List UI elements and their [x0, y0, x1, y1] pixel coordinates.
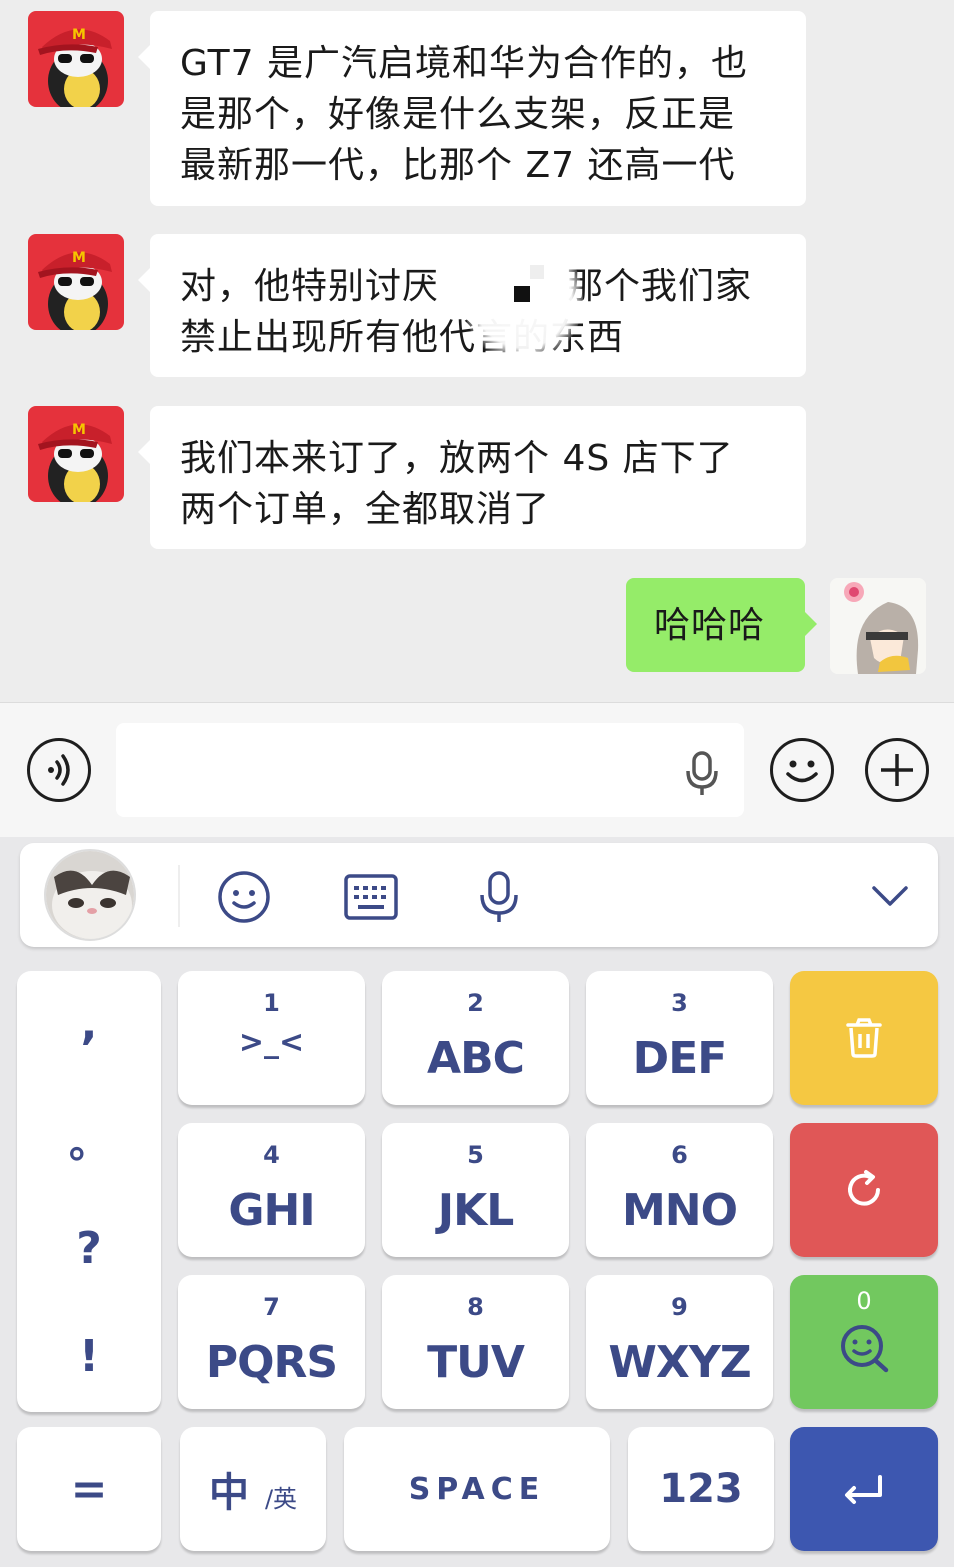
keyboard-skin-avatar[interactable]: [44, 849, 136, 941]
key-number: 3: [671, 989, 688, 1017]
chat-input-bar: [0, 702, 954, 837]
penguin-avatar-icon: M: [28, 11, 124, 107]
message-bubble[interactable]: GT7 是广汽启境和华为合作的，也 是那个，好像是什么支架，反正是 最新那一代，…: [138, 11, 806, 206]
key-sublabel: /英: [264, 1484, 298, 1513]
punctuation-key[interactable]: ?: [17, 1223, 161, 1274]
enter-key[interactable]: [790, 1427, 938, 1551]
chat-area: M GT7 是广汽启境和华为合作的，也 是那个，好像是什么支架，反正是 最新那一…: [0, 0, 954, 702]
equals-key[interactable]: =: [17, 1427, 161, 1551]
trash-icon: [846, 1018, 882, 1058]
keyboard: , 。 ? ! 1 >_< 2 ABC 3 DEF 4 GHI 5 JKL 6 …: [0, 837, 954, 1567]
plus-icon: [881, 754, 913, 786]
message-bubble[interactable]: 我们本来订了，放两个 4S 店下了 两个订单，全都取消了: [138, 406, 806, 549]
key-2[interactable]: 2 ABC: [382, 971, 569, 1105]
punctuation-key[interactable]: ,: [17, 999, 161, 1050]
key-8[interactable]: 8 TUV: [382, 1275, 569, 1409]
enter-icon: [845, 1475, 882, 1504]
more-button[interactable]: [865, 738, 929, 802]
cat-avatar-icon: [46, 851, 134, 939]
key-number: 0: [856, 1287, 872, 1315]
penguin-avatar-icon: M: [28, 234, 124, 330]
contact-avatar[interactable]: M: [28, 234, 124, 330]
key-number: 6: [671, 1141, 688, 1169]
microphone-icon[interactable]: [477, 869, 521, 925]
my-message-bubble[interactable]: 哈哈哈: [626, 578, 817, 672]
key-label: =: [70, 1463, 108, 1515]
anime-girl-avatar-icon: [830, 578, 926, 674]
key-label: DEF: [632, 1033, 728, 1084]
key-label: MNO: [621, 1185, 738, 1236]
message-text: 哈哈哈: [654, 605, 766, 646]
zero-emoji-key[interactable]: 0: [790, 1275, 938, 1409]
punctuation-column: , 。 ? !: [17, 971, 161, 1412]
message-line: GT7 是广汽启境和华为合作的，也: [180, 43, 748, 84]
key-label: 123: [659, 1466, 743, 1512]
message-input[interactable]: [116, 723, 744, 817]
contact-avatar[interactable]: M: [28, 406, 124, 502]
key-1[interactable]: 1 >_<: [178, 971, 365, 1105]
key-label: PQRS: [205, 1337, 338, 1388]
key-label: GHI: [228, 1185, 315, 1236]
punctuation-key[interactable]: !: [17, 1331, 161, 1382]
smiley-icon[interactable]: [216, 869, 272, 925]
key-9[interactable]: 9 WXYZ: [586, 1275, 773, 1409]
message-line: 我们本来订了，放两个 4S 店下了: [180, 438, 734, 479]
key-label: SPACE: [408, 1471, 546, 1507]
emoji-button[interactable]: [770, 738, 834, 802]
voice-mode-button[interactable]: [27, 738, 91, 802]
redaction-mosaic-pixel: [530, 265, 544, 279]
key-label: 中: [208, 1470, 249, 1516]
numeric-mode-key[interactable]: 123: [628, 1427, 774, 1551]
key-number: 2: [467, 989, 484, 1017]
key-number: 1: [263, 989, 280, 1017]
penguin-avatar-icon: M: [28, 406, 124, 502]
svg-text:M: M: [72, 250, 86, 266]
language-switch-key[interactable]: 中 /英: [180, 1427, 326, 1551]
key-4[interactable]: 4 GHI: [178, 1123, 365, 1257]
key-label: TUV: [427, 1337, 525, 1388]
key-number: 4: [263, 1141, 280, 1169]
key-number: 9: [671, 1293, 688, 1321]
emoji-search-icon: [841, 1325, 889, 1373]
smiley-icon: [786, 760, 818, 783]
key-number: 5: [467, 1141, 484, 1169]
message-line: 是那个，好像是什么支架，反正是: [180, 94, 736, 135]
key-7[interactable]: 7 PQRS: [178, 1275, 365, 1409]
chevron-down-icon[interactable]: [870, 883, 910, 909]
svg-text:M: M: [72, 27, 86, 43]
contact-avatar[interactable]: M: [28, 11, 124, 107]
message-line: 最新那一代，比那个 Z7 还高一代: [180, 145, 736, 186]
voice-wave-icon: [48, 754, 70, 786]
key-6[interactable]: 6 MNO: [586, 1123, 773, 1257]
svg-text:M: M: [72, 422, 86, 438]
keyboard-toolbar: [20, 843, 938, 947]
key-label: >_<: [238, 1025, 305, 1060]
microphone-icon[interactable]: [682, 749, 722, 797]
key-label: ABC: [427, 1033, 525, 1084]
key-label: WXYZ: [608, 1337, 751, 1388]
my-avatar[interactable]: [830, 578, 926, 674]
key-number: 8: [467, 1293, 484, 1321]
punctuation-key[interactable]: 。: [17, 1111, 161, 1169]
message-line: 两个订单，全都取消了: [180, 489, 551, 530]
refresh-icon: [848, 1170, 880, 1206]
keyboard-icon[interactable]: [343, 873, 399, 921]
key-5[interactable]: 5 JKL: [382, 1123, 569, 1257]
delete-key[interactable]: [790, 971, 938, 1105]
key-3[interactable]: 3 DEF: [586, 971, 773, 1105]
space-key[interactable]: SPACE: [344, 1427, 610, 1551]
reset-key[interactable]: [790, 1123, 938, 1257]
redaction-mosaic-pixel: [514, 286, 530, 302]
key-number: 7: [263, 1293, 280, 1321]
key-label: JKL: [437, 1185, 515, 1236]
toolbar-divider: [178, 865, 180, 927]
